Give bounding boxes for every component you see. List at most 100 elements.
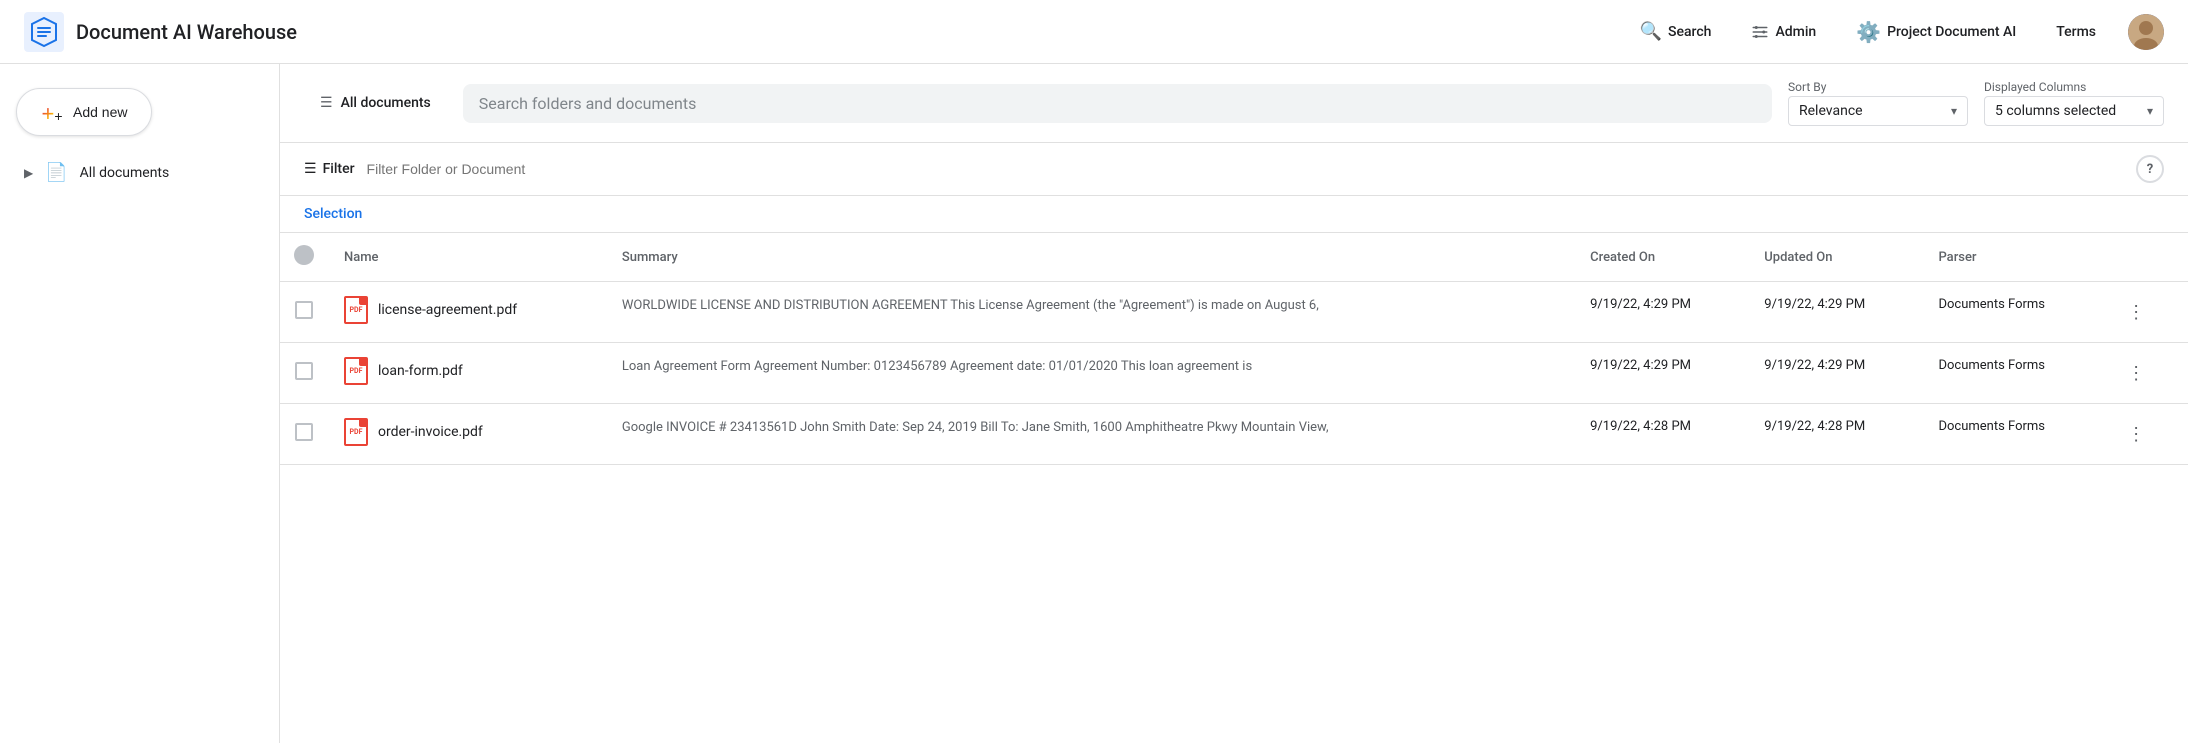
columns-select[interactable]: 5 columns selected ▾ (1984, 96, 2164, 126)
row-parser-cell: Documents Forms (1922, 282, 2104, 343)
sort-by-value: Relevance (1799, 103, 1863, 119)
row-created-on-cell: 9/19/22, 4:28 PM (1574, 404, 1748, 465)
terms-nav-item[interactable]: Terms (2048, 18, 2104, 46)
admin-nav-label: Admin (1775, 24, 1816, 40)
row-checkbox[interactable] (295, 423, 313, 441)
filter-label: Filter (323, 161, 355, 177)
summary-text: Google INVOICE # 23413561D John Smith Da… (622, 420, 1329, 435)
file-name[interactable]: order-invoice.pdf (378, 424, 483, 440)
row-checkbox[interactable] (295, 301, 313, 319)
filter-input[interactable] (367, 161, 2124, 177)
table-row: PDF loan-form.pdf Loan Agreement Form Agre… (280, 343, 2188, 404)
columns-dropdown: Displayed Columns 5 columns selected ▾ (1984, 80, 2164, 126)
document-icon: 📄 (45, 162, 67, 183)
search-nav-item[interactable]: 🔍 Search (1632, 15, 1720, 48)
documents-table: Name Summary Created On Updated On Parse… (280, 233, 2188, 465)
admin-icon (1751, 23, 1769, 41)
row-actions-cell: ⋮ (2104, 282, 2188, 343)
pdf-icon: PDF (344, 357, 368, 385)
created-on-value: 9/19/22, 4:29 PM (1590, 358, 1691, 373)
more-actions-button[interactable]: ⋮ (2120, 357, 2152, 389)
summary-text: Loan Agreement Form Agreement Number: 01… (622, 359, 1252, 374)
col-name: Name (328, 233, 606, 282)
row-checkbox-cell (280, 404, 328, 465)
admin-nav-item[interactable]: Admin (1743, 17, 1824, 47)
sort-by-dropdown: Sort By Relevance ▾ (1788, 80, 1968, 126)
row-parser-cell: Documents Forms (1922, 343, 2104, 404)
col-summary: Summary (606, 233, 1574, 282)
project-nav-item[interactable]: ⚙️ Project Document AI (1848, 14, 2024, 50)
updated-on-value: 9/19/22, 4:29 PM (1764, 297, 1865, 312)
add-new-button[interactable]: + Add new (16, 88, 152, 136)
search-nav-label: Search (1668, 24, 1711, 40)
pdf-icon: PDF (344, 296, 368, 324)
parser-value: Documents Forms (1938, 358, 2045, 373)
row-updated-on-cell: 9/19/22, 4:29 PM (1748, 282, 1922, 343)
table-row: PDF order-invoice.pdf Google INVOICE # 234… (280, 404, 2188, 465)
doc-name-wrapper: PDF order-invoice.pdf (344, 418, 590, 446)
row-checkbox-cell (280, 343, 328, 404)
sort-by-select[interactable]: Relevance ▾ (1788, 96, 1968, 126)
file-name[interactable]: loan-form.pdf (378, 363, 463, 379)
search-bar-placeholder: Search folders and documents (479, 94, 697, 113)
row-actions-cell: ⋮ (2104, 343, 2188, 404)
filter-button[interactable]: ☰ Filter (304, 161, 355, 177)
table-row: PDF license-agreement.pdf WORLDWIDE LICENS… (280, 282, 2188, 343)
hamburger-icon: ☰ (320, 95, 333, 111)
row-updated-on-cell: 9/19/22, 4:29 PM (1748, 343, 1922, 404)
help-label: ? (2147, 162, 2153, 177)
avatar-image (2128, 14, 2164, 50)
row-name-cell: PDF order-invoice.pdf (328, 404, 606, 465)
row-created-on-cell: 9/19/22, 4:29 PM (1574, 282, 1748, 343)
updated-on-value: 9/19/22, 4:29 PM (1764, 358, 1865, 373)
checkbox-column-header (280, 233, 328, 282)
row-summary-cell: Google INVOICE # 23413561D John Smith Da… (606, 404, 1574, 465)
logo-icon (24, 12, 64, 52)
columns-label: Displayed Columns (1984, 80, 2164, 94)
main-content: ☰ All documents Search folders and docum… (280, 64, 2188, 743)
row-checkbox[interactable] (295, 362, 313, 380)
table-body: PDF license-agreement.pdf WORLDWIDE LICENS… (280, 282, 2188, 465)
all-documents-button[interactable]: ☰ All documents (304, 87, 447, 119)
selection-link[interactable]: Selection (304, 206, 362, 222)
table-container: Name Summary Created On Updated On Parse… (280, 233, 2188, 743)
row-actions-cell: ⋮ (2104, 404, 2188, 465)
more-actions-button[interactable]: ⋮ (2120, 418, 2152, 450)
help-icon[interactable]: ? (2136, 155, 2164, 183)
nav-actions: 🔍 Search Admin ⚙️ Project Document AI Te… (1632, 14, 2164, 50)
created-on-value: 9/19/22, 4:29 PM (1590, 297, 1691, 312)
add-new-label: Add new (73, 104, 127, 120)
sort-by-label: Sort By (1788, 80, 1968, 94)
select-all-checkbox[interactable] (294, 245, 314, 265)
avatar[interactable] (2128, 14, 2164, 50)
updated-on-value: 9/19/22, 4:28 PM (1764, 419, 1865, 434)
sidebar-item-label: All documents (80, 165, 170, 181)
columns-dropdown-arrow: ▾ (2147, 104, 2153, 118)
doc-name-wrapper: PDF license-agreement.pdf (344, 296, 590, 324)
parser-value: Documents Forms (1938, 419, 2045, 434)
app-title: Document AI Warehouse (76, 20, 297, 44)
terms-nav-label: Terms (2056, 24, 2096, 40)
chevron-right-icon: ▶ (24, 166, 33, 180)
row-name-cell: PDF license-agreement.pdf (328, 282, 606, 343)
pdf-label: PDF (350, 306, 363, 314)
summary-text: WORLDWIDE LICENSE AND DISTRIBUTION AGREE… (622, 298, 1319, 313)
pdf-label: PDF (350, 367, 363, 375)
sort-dropdown-arrow: ▾ (1951, 104, 1957, 118)
project-nav-label: Project Document AI (1887, 24, 2016, 40)
pdf-icon: PDF (344, 418, 368, 446)
toolbar: ☰ All documents Search folders and docum… (280, 64, 2188, 143)
search-bar[interactable]: Search folders and documents (463, 84, 1772, 123)
table-header: Name Summary Created On Updated On Parse… (280, 233, 2188, 282)
created-on-value: 9/19/22, 4:28 PM (1590, 419, 1691, 434)
col-parser: Parser (1922, 233, 2104, 282)
more-actions-button[interactable]: ⋮ (2120, 296, 2152, 328)
row-checkbox-cell (280, 282, 328, 343)
app-logo: Document AI Warehouse (24, 12, 297, 52)
file-name[interactable]: license-agreement.pdf (378, 302, 517, 318)
search-icon: 🔍 (1640, 21, 1662, 42)
sidebar-item-all-documents[interactable]: ▶ 📄 All documents (8, 152, 271, 193)
col-created-on: Created On (1574, 233, 1748, 282)
all-docs-label: All documents (341, 95, 431, 111)
row-name-cell: PDF loan-form.pdf (328, 343, 606, 404)
